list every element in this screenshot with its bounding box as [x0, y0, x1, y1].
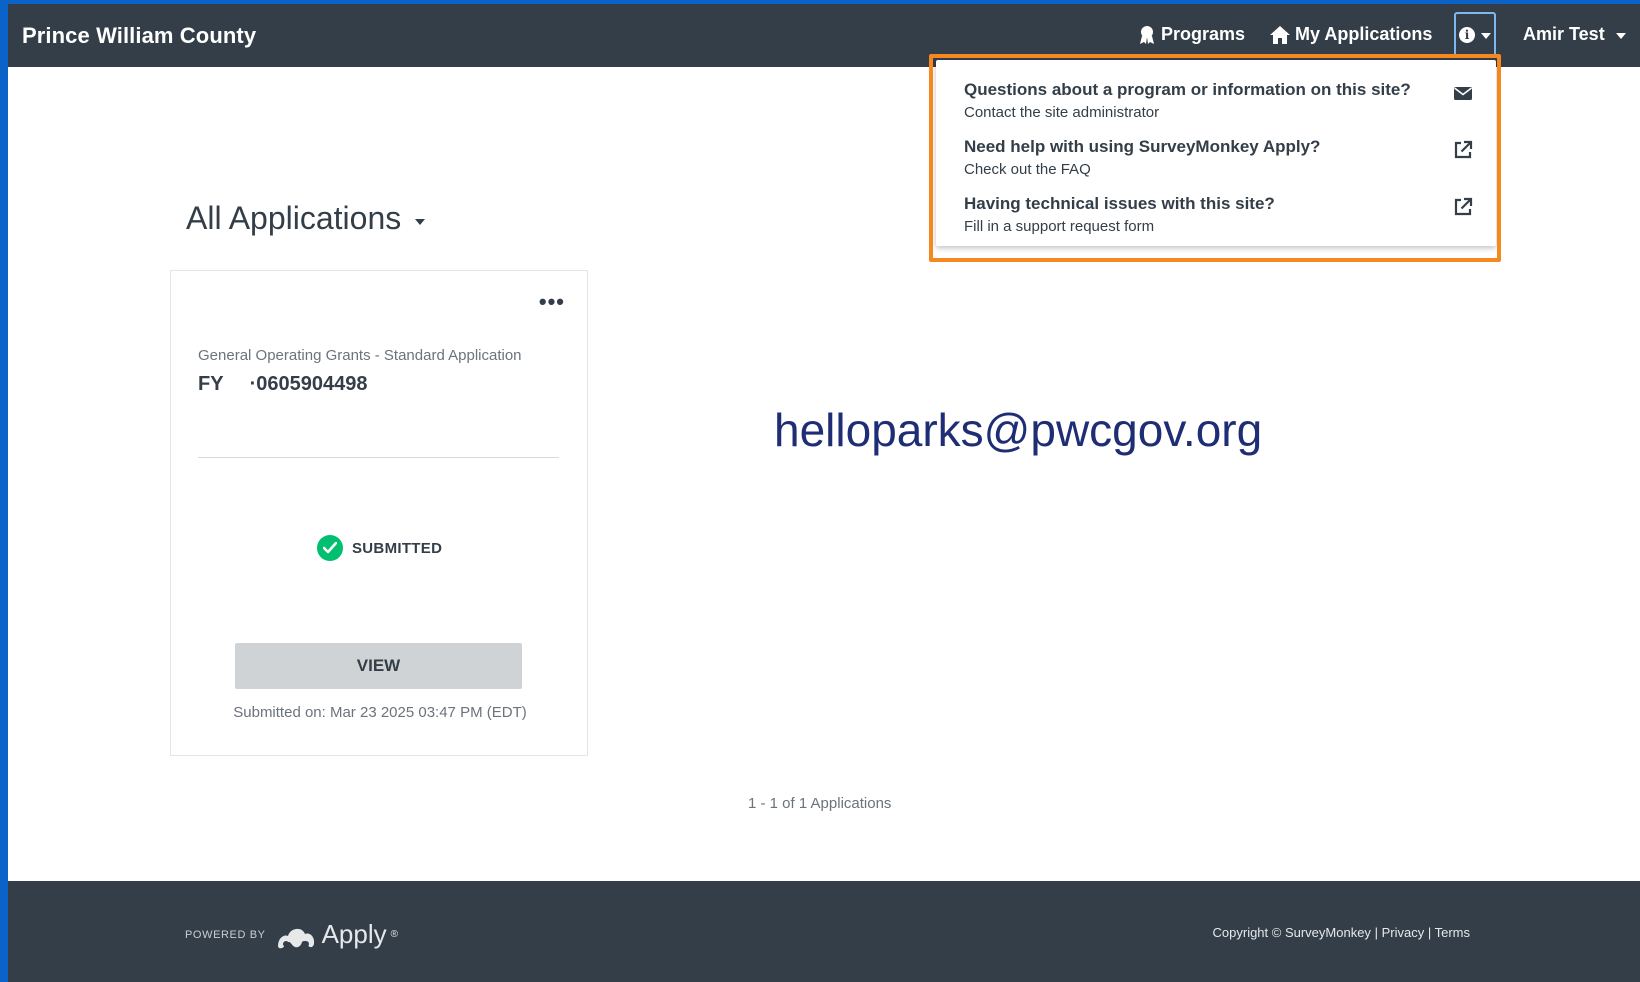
application-card: ••• General Operating Grants - Standard … [170, 270, 588, 756]
info-icon: i [1459, 27, 1475, 43]
terms-link[interactable]: Terms [1435, 925, 1470, 940]
program-name: General Operating Grants - Standard Appl… [198, 347, 522, 364]
help-dropdown-menu: Questions about a program or information… [936, 60, 1496, 246]
submitted-timestamp: Submitted on: Mar 23 2025 03:47 PM (EDT) [233, 704, 527, 721]
menu-item-title: Having technical issues with this site? [964, 194, 1275, 213]
status-label: SUBMITTED [352, 539, 443, 557]
menu-item-title: Need help with using SurveyMonkey Apply? [964, 137, 1321, 156]
user-menu[interactable]: Amir Test [1523, 24, 1626, 45]
app-frame: Prince William County Programs My Applic… [8, 4, 1640, 982]
apply-wordmark: Apply [321, 919, 387, 949]
applications-filter-dropdown[interactable]: All Applications [186, 200, 426, 237]
pagination-summary: 1 - 1 of 1 Applications [748, 795, 892, 812]
menu-item-subtitle: Contact the site administrator [964, 104, 1160, 121]
link-separator: | [1374, 925, 1378, 940]
powered-by-label: POWERED BY [185, 928, 266, 941]
envelope-icon [1454, 87, 1472, 100]
email-annotation: helloparks@pwcgov.org [774, 404, 1263, 456]
application-prefix: FY [198, 373, 224, 395]
page-footer: POWERED BY Apply ® Copyright © SurveyMonk… [8, 881, 1640, 982]
link-separator: | [1427, 925, 1432, 940]
top-navbar: Prince William County Programs My Applic… [8, 4, 1640, 67]
nav-my-applications[interactable]: My Applications [1270, 24, 1432, 45]
chevron-down-icon [1481, 33, 1491, 39]
privacy-link[interactable]: Privacy [1382, 925, 1425, 940]
external-link-icon [1454, 197, 1473, 216]
chevron-down-icon [1615, 32, 1626, 39]
chevron-down-icon [415, 218, 426, 225]
menu-item-title: Questions about a program or information… [964, 80, 1411, 99]
filter-title-label: All Applications [186, 200, 402, 236]
home-icon [1270, 25, 1290, 44]
nav-my-applications-label: My Applications [1295, 24, 1433, 44]
registered-mark: ® [390, 929, 398, 940]
surveymonkey-logo-icon [277, 928, 314, 948]
menu-item-subtitle: Check out the FAQ [964, 161, 1091, 178]
help-menu-toggle[interactable]: i [1454, 12, 1496, 58]
menu-item-faq[interactable]: Need help with using SurveyMonkey Apply?… [964, 137, 1474, 181]
application-number: ·0605904498 [249, 373, 368, 395]
menu-item-subtitle: Fill in a support request form [964, 218, 1155, 235]
status-badge: SUBMITTED [317, 535, 442, 561]
nav-programs[interactable]: Programs [1138, 24, 1245, 45]
powered-by-logo[interactable]: POWERED BY Apply ® [185, 919, 398, 950]
site-brand[interactable]: Prince William County [22, 23, 256, 49]
footer-links: Copyright © SurveyMonkey | Privacy | Ter… [1213, 925, 1470, 940]
card-divider [198, 457, 559, 458]
check-circle-icon [317, 535, 343, 561]
copyright-text: Copyright © SurveyMonkey [1212, 925, 1371, 940]
user-name: Amir Test [1523, 24, 1605, 44]
external-link-icon [1454, 140, 1473, 159]
apply-logo: Apply ® [274, 919, 398, 950]
nav-programs-label: Programs [1161, 24, 1246, 44]
view-button[interactable]: VIEW [235, 643, 522, 689]
award-icon [1140, 25, 1154, 44]
menu-item-contact-admin[interactable]: Questions about a program or information… [964, 80, 1474, 124]
card-more-options[interactable]: ••• [539, 291, 565, 313]
application-name: FY ·0605904498 [198, 373, 367, 396]
menu-item-support-request[interactable]: Having technical issues with this site? … [964, 194, 1474, 238]
